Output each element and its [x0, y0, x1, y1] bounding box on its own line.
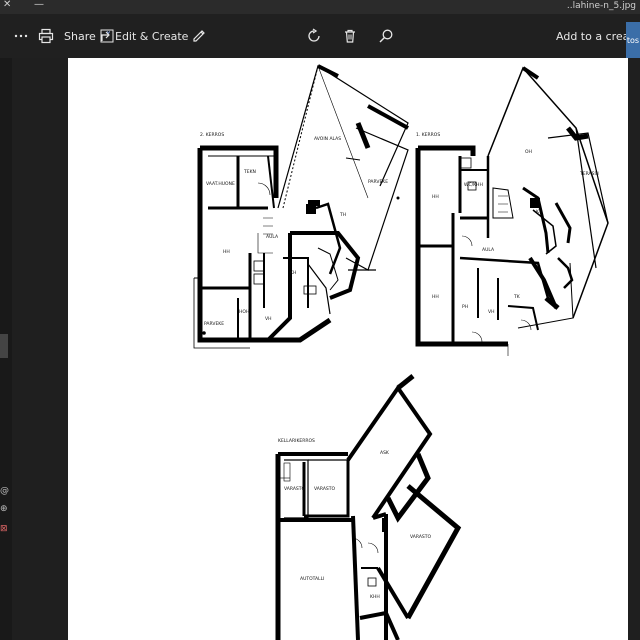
- label-wc-khh: WC/KHH: [464, 182, 483, 188]
- photos-tab-label: tos: [626, 35, 640, 45]
- label-terassi: TERASSI: [579, 171, 599, 177]
- label-avoin-alas: AVOIN ALAS: [314, 136, 341, 142]
- rotate-button[interactable]: [306, 24, 322, 48]
- label-varasto-1: VARASTO: [284, 486, 305, 492]
- edit-icon: [193, 30, 206, 42]
- print-button[interactable]: [38, 24, 54, 48]
- label-khh: KHH: [370, 594, 380, 600]
- label-tk: TK: [513, 294, 521, 300]
- chevron-down-icon: ˅: [106, 30, 111, 42]
- label-ph: PH: [462, 304, 468, 310]
- main-floor-caption: 1. KERROS: [416, 132, 440, 138]
- label-aula-main: AULA: [482, 247, 495, 253]
- label-varasto-3: VARASTO: [410, 534, 431, 540]
- label-kh: KH: [290, 270, 296, 276]
- photos-tab[interactable]: tos: [626, 22, 640, 58]
- label-ask: ASK: [380, 450, 390, 456]
- minimize-window-button[interactable]: —: [34, 0, 44, 10]
- label-hh-main-2: HH: [432, 294, 439, 300]
- close-window-button[interactable]: ✕: [3, 0, 11, 10]
- basement-plan: [275, 374, 462, 640]
- label-tekn: TEKN: [243, 169, 256, 175]
- label-varasto-2: VARASTO: [314, 486, 335, 492]
- rail-glyph-1: @: [0, 486, 9, 496]
- label-parveke-upper: PARVEKE: [368, 179, 388, 185]
- label-oh: OH: [525, 149, 532, 155]
- label-aula: AULA: [266, 234, 279, 240]
- rotate-icon: [308, 28, 320, 42]
- main-floor-plan: [415, 66, 609, 356]
- label-hh-upper: HH: [223, 249, 230, 255]
- image-canvas[interactable]: 2. KERROS 1. KERROS KELLARIKERROS AVOIN …: [68, 58, 628, 640]
- label-hh-main-1: HH: [432, 194, 439, 200]
- zoom-icon: [379, 29, 393, 43]
- floorplan-image: 2. KERROS 1. KERROS KELLARIKERROS AVOIN …: [193, 64, 609, 640]
- delete-button[interactable]: [342, 24, 358, 48]
- rail-highlight: [0, 334, 8, 358]
- edit-create-button[interactable]: ˅ Edit & Create: [106, 24, 206, 48]
- more-icon: [14, 34, 28, 38]
- basement-caption: KELLARIKERROS: [278, 438, 315, 444]
- file-name: ..lahine-n_5.jpg: [566, 1, 636, 11]
- edit-create-label: Edit & Create: [115, 29, 189, 43]
- upper-floor-plan: [193, 64, 409, 349]
- title-bar: ✕ — ..lahine-n_5.jpg: [0, 0, 640, 14]
- share-label: Share: [64, 29, 96, 43]
- label-vh-main: VH: [488, 309, 494, 315]
- zoom-button[interactable]: [378, 24, 394, 48]
- rail-glyph-2: ⊕: [0, 504, 8, 514]
- more-options-button[interactable]: [14, 24, 28, 48]
- delete-icon: [345, 29, 355, 43]
- label-parveke-lower: PARVEKE: [204, 321, 224, 327]
- label-th-upper: TH: [339, 212, 346, 218]
- rail-glyph-3: ⊠: [0, 524, 8, 534]
- toolbar: Share ˅ Edit & Create Add to a crea: [0, 14, 640, 58]
- upper-floor-caption: 2. KERROS: [200, 132, 224, 138]
- print-icon: [38, 28, 54, 44]
- label-vaatehuone: VAAT.HUONE: [206, 181, 235, 187]
- left-rail: @ ⊕ ⊠: [0, 58, 12, 640]
- label-vh-upper: VH: [265, 316, 271, 322]
- label-hoh: HOH: [239, 309, 249, 315]
- label-autotalli: AUTOTALLI: [300, 576, 324, 582]
